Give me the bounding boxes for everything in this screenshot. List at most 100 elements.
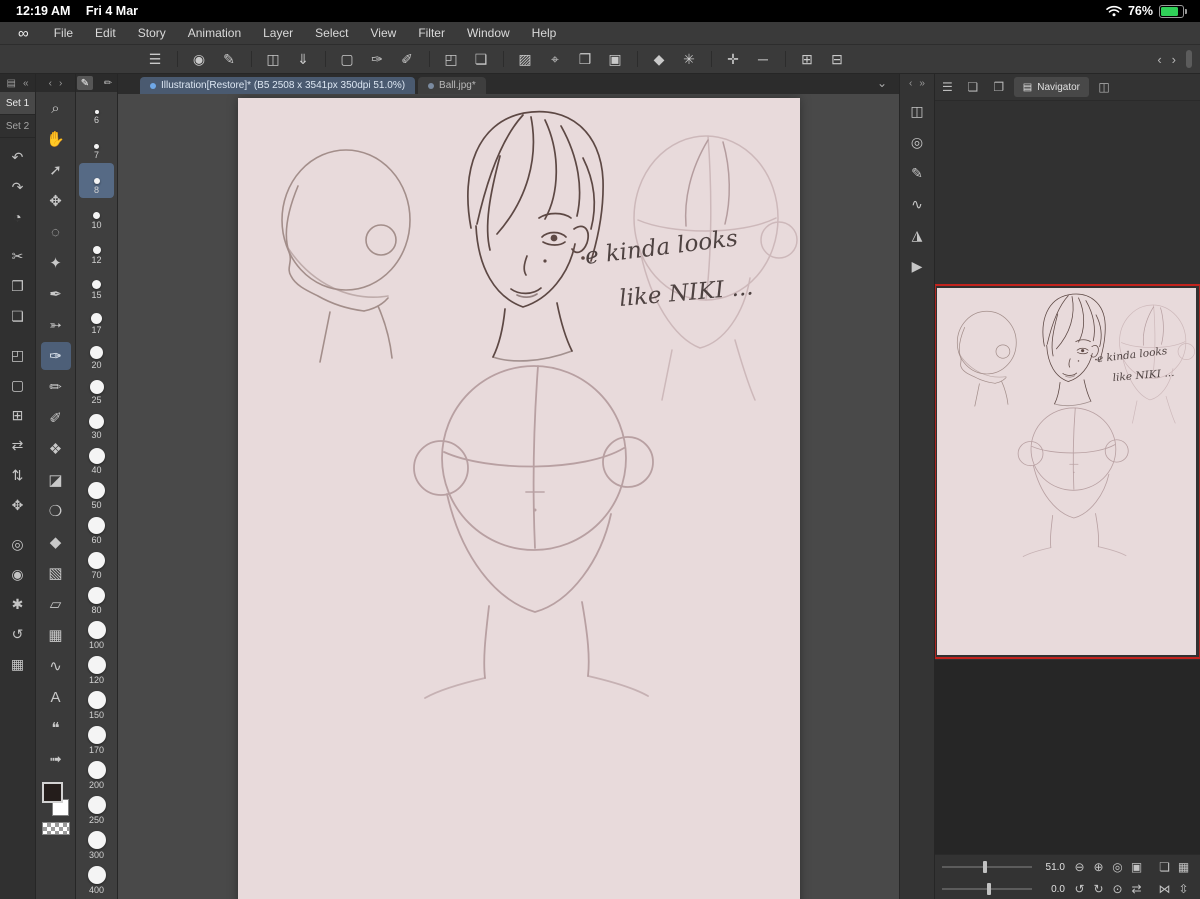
panel-layout-b-icon[interactable]: ⊟ bbox=[824, 48, 850, 70]
eyedropper-tool[interactable]: ✒ bbox=[41, 280, 71, 308]
fit-to-screen-icon[interactable]: ◎ bbox=[1108, 858, 1127, 876]
subview-tab-icon[interactable]: ◫ bbox=[1093, 77, 1115, 97]
panel-collapse-icon[interactable]: « bbox=[23, 78, 29, 89]
brush-size-item[interactable]: 30 bbox=[79, 408, 114, 443]
tools-prev-icon[interactable]: ‹ bbox=[49, 78, 52, 89]
brush-size-item[interactable]: 6 bbox=[79, 93, 114, 128]
zoom-in-icon[interactable]: ⊕ bbox=[1089, 858, 1108, 876]
navigator-tab[interactable]: ▤ Navigator bbox=[1013, 77, 1090, 97]
toolbar-scroll-right-icon[interactable]: › bbox=[1172, 52, 1176, 67]
panel-collapse-right-icon[interactable]: » bbox=[919, 78, 925, 89]
dock-panel-icon[interactable]: ▦ bbox=[1174, 858, 1193, 876]
menu-item[interactable]: Layer bbox=[252, 26, 304, 40]
menu-item[interactable]: Edit bbox=[84, 26, 127, 40]
gradient-tool[interactable]: ▧ bbox=[41, 559, 71, 587]
document-tab[interactable]: Illustration[Restore]* (B5 2508 x 3541px… bbox=[140, 77, 416, 94]
panel-menu-icon[interactable]: ☰ bbox=[942, 80, 953, 94]
flip-canvas-icon[interactable]: ⇄ bbox=[1127, 880, 1146, 898]
canvas-viewport[interactable] bbox=[118, 94, 899, 899]
color-swatches[interactable] bbox=[41, 782, 71, 816]
menu-item[interactable]: Story bbox=[127, 26, 177, 40]
menu-item[interactable]: Animation bbox=[177, 26, 252, 40]
clip-studio-logo-icon[interactable]: ∞ bbox=[18, 26, 29, 41]
selection-tool[interactable]: ◌ bbox=[41, 218, 71, 246]
auto-action-icon[interactable]: ◔ bbox=[5, 204, 31, 230]
crop-canvas-icon[interactable]: ▢ bbox=[325, 48, 360, 70]
brush-size-item[interactable]: 80 bbox=[79, 583, 114, 618]
menu-item[interactable]: View bbox=[360, 26, 408, 40]
zoom-slider[interactable] bbox=[942, 860, 1032, 874]
flow-line-tool[interactable]: ➟ bbox=[41, 745, 71, 773]
animation-export-icon[interactable]: ▶ bbox=[904, 254, 930, 278]
new-canvas-icon[interactable]: ◫ bbox=[251, 48, 286, 70]
text-tool[interactable]: A bbox=[41, 683, 71, 711]
export-icon[interactable]: ⇓ bbox=[290, 48, 316, 70]
rotation-slider[interactable] bbox=[942, 882, 1032, 896]
brush-size-item[interactable]: 12 bbox=[79, 233, 114, 268]
pencil-group-tab[interactable]: ✏ bbox=[100, 76, 116, 90]
fill-bucket-icon[interactable]: ◆ bbox=[637, 48, 672, 70]
brush-size-item[interactable]: 150 bbox=[79, 688, 114, 723]
tab-list-dropdown-icon[interactable]: ⌄ bbox=[877, 76, 887, 90]
material-icon[interactable]: ▣ bbox=[602, 48, 628, 70]
navigator-view-rect[interactable] bbox=[935, 284, 1200, 659]
add-guide-icon[interactable]: ✛ bbox=[711, 48, 746, 70]
snap-special-ruler-icon[interactable]: ◉ bbox=[5, 561, 31, 587]
paste-image-icon[interactable]: ❏ bbox=[468, 48, 494, 70]
brush-size-item[interactable]: 100 bbox=[79, 618, 114, 653]
fill-tool[interactable]: ◆ bbox=[41, 528, 71, 556]
canvas-page[interactable] bbox=[238, 98, 800, 899]
brush-size-item[interactable]: 200 bbox=[79, 758, 114, 793]
brush-size-item[interactable]: 400 bbox=[79, 863, 114, 898]
line-correction-tool[interactable]: ∿ bbox=[41, 652, 71, 680]
move-layer-tool[interactable]: ✥ bbox=[41, 187, 71, 215]
crop-icon[interactable]: ▢ bbox=[5, 372, 31, 398]
reset-view-icon[interactable]: ⊙ bbox=[1108, 880, 1127, 898]
transparent-color-swatch[interactable] bbox=[41, 822, 70, 835]
sub-tool-edit-icon[interactable]: ✎ bbox=[904, 161, 930, 185]
brush-size-item[interactable]: 15 bbox=[79, 268, 114, 303]
marker-tool[interactable]: ✐ bbox=[41, 404, 71, 432]
brush-size-item[interactable]: 70 bbox=[79, 548, 114, 583]
fit-rotation-icon[interactable]: ⇳ bbox=[1174, 880, 1193, 898]
navigator-preview[interactable] bbox=[935, 101, 1200, 854]
redo-icon[interactable]: ↷ bbox=[5, 174, 31, 200]
select-area-icon[interactable]: ⌖ bbox=[542, 48, 568, 70]
paste-icon[interactable]: ❏ bbox=[5, 303, 31, 329]
flip-horizontal-icon[interactable]: ⇄ bbox=[5, 432, 31, 458]
panel-layout-a-icon[interactable]: ⊞ bbox=[785, 48, 820, 70]
brush-size-item[interactable]: 250 bbox=[79, 793, 114, 828]
figure-tool[interactable]: ▱ bbox=[41, 590, 71, 618]
menu-item[interactable]: Select bbox=[304, 26, 359, 40]
balloon-tool[interactable]: ❝ bbox=[41, 714, 71, 742]
actual-size-icon[interactable]: ▣ bbox=[1127, 858, 1146, 876]
float-panel-icon[interactable]: ❏ bbox=[1155, 858, 1174, 876]
tool-set-tab[interactable]: Set 1 bbox=[0, 92, 35, 115]
processing-icon[interactable]: ✳ bbox=[676, 48, 702, 70]
vector-curve-icon[interactable]: ∿ bbox=[904, 192, 930, 216]
filter-brightness-icon[interactable]: ✱ bbox=[5, 591, 31, 617]
brush-size-item[interactable]: 25 bbox=[79, 373, 114, 408]
layer-panel-tab-icon[interactable]: ❏ bbox=[962, 77, 984, 97]
transform-icon[interactable]: ◰ bbox=[429, 48, 464, 70]
menu-item[interactable]: File bbox=[43, 26, 84, 40]
brush-size-item[interactable]: 8 bbox=[79, 163, 114, 198]
zoom-out-icon[interactable]: ⊖ bbox=[1070, 858, 1089, 876]
pen-settings-icon[interactable]: ✑ bbox=[364, 48, 390, 70]
flip-horizontal-view-icon[interactable]: ⋈ bbox=[1155, 880, 1174, 898]
menu-item[interactable]: Window bbox=[456, 26, 521, 40]
brush-size-item[interactable]: 10 bbox=[79, 198, 114, 233]
pen-cursor-tool[interactable]: ➳ bbox=[41, 311, 71, 339]
toolbar-scroll-left-icon[interactable]: ‹ bbox=[1157, 52, 1161, 67]
grid-icon[interactable]: ▦ bbox=[5, 651, 31, 677]
snap-ruler-icon[interactable]: ◎ bbox=[5, 531, 31, 557]
workspace-grid-icon[interactable]: ◫ bbox=[904, 99, 930, 123]
tool-set-tab[interactable]: Set 2 bbox=[0, 115, 35, 138]
document-tab[interactable]: Ball.jpg* bbox=[418, 77, 486, 94]
brush-size-item[interactable]: 20 bbox=[79, 338, 114, 373]
copy-stamp-icon[interactable]: ❐ bbox=[572, 48, 598, 70]
auto-select-tool[interactable]: ✦ bbox=[41, 249, 71, 277]
pen-tool[interactable]: ✑ bbox=[40, 342, 71, 370]
brush-size-item[interactable]: 300 bbox=[79, 828, 114, 863]
rotate-ccw-icon[interactable]: ↺ bbox=[1070, 880, 1089, 898]
